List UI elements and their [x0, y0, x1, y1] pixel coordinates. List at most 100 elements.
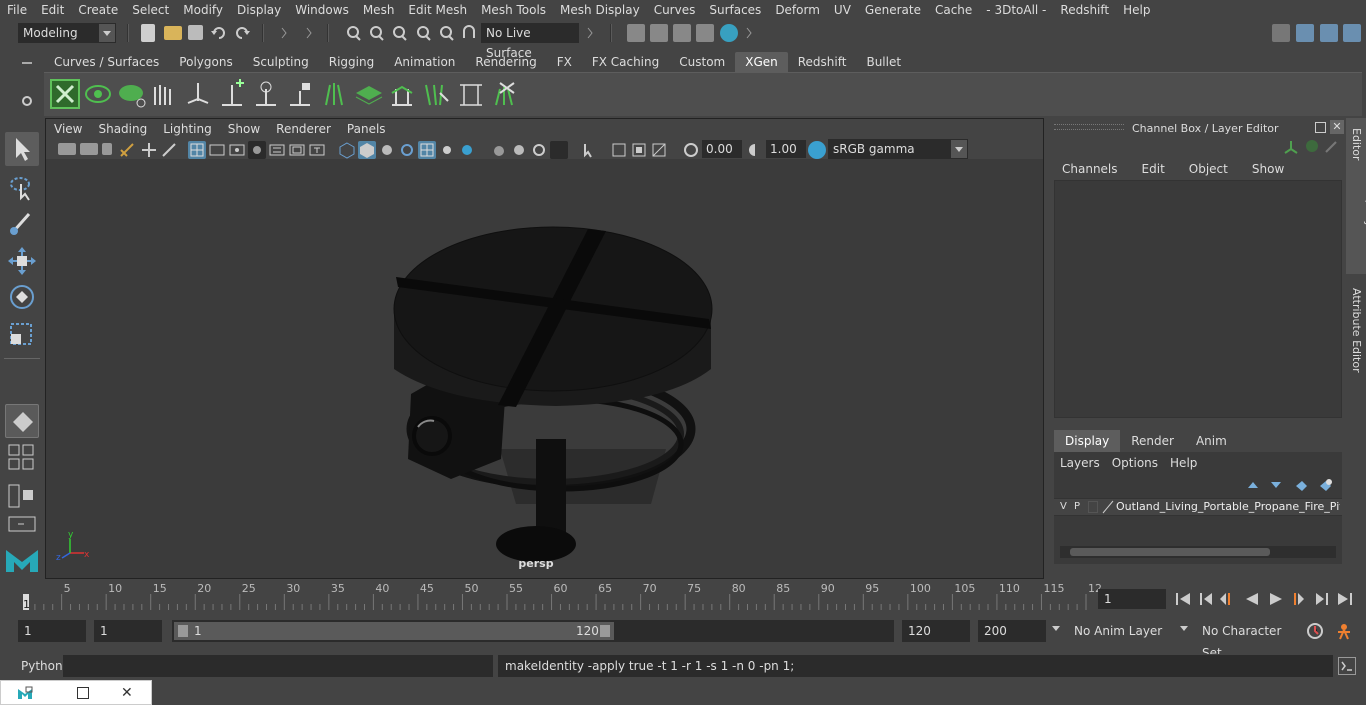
menu-item[interactable]: Create — [71, 0, 125, 20]
menu-item[interactable]: Display — [230, 0, 288, 20]
frame-all-icon[interactable] — [610, 141, 628, 159]
move-tool-icon[interactable] — [5, 244, 39, 278]
layer-menu-item[interactable]: Help — [1164, 456, 1203, 470]
textures-icon[interactable] — [438, 141, 456, 159]
close-icon[interactable]: ✕ — [121, 684, 137, 702]
select-tool-icon[interactable] — [5, 132, 39, 166]
tab-channel-box[interactable]: Channel Box / Layer Editor — [1346, 118, 1366, 274]
range-handle-right[interactable] — [600, 625, 610, 637]
layer-tab[interactable]: Render — [1120, 430, 1185, 452]
shelf-tab[interactable]: Rendering — [465, 52, 546, 72]
wireframe-icon[interactable] — [338, 141, 356, 159]
chevron-down-icon[interactable] — [1052, 626, 1062, 636]
menu-item[interactable]: Mesh Tools — [474, 0, 553, 20]
redo-icon[interactable] — [233, 24, 251, 42]
script-editor-icon[interactable] — [1338, 657, 1356, 675]
menu-item[interactable]: Help — [1116, 0, 1157, 20]
xgen-bend-guide-icon[interactable] — [388, 79, 418, 109]
depth-of-field-icon[interactable] — [650, 141, 668, 159]
shelf-tab[interactable]: Bullet — [856, 52, 911, 72]
scene-end-field[interactable]: 200 — [978, 620, 1046, 642]
menu-item[interactable]: Surfaces — [702, 0, 768, 20]
xgen-groom-icon[interactable] — [149, 79, 179, 109]
menu-item[interactable]: Modify — [176, 0, 230, 20]
xgen-density-icon[interactable] — [354, 79, 384, 109]
ipr-render-icon[interactable] — [650, 24, 668, 42]
shelf-menu-icon[interactable] — [18, 54, 36, 72]
image-plane-icon[interactable] — [118, 141, 136, 159]
anim-layer-dropdown[interactable]: No Anim Layer — [1068, 620, 1168, 642]
anim-prefs-icon[interactable] — [1334, 622, 1356, 640]
snap-view-icon[interactable] — [414, 24, 432, 42]
layer-visible-toggle[interactable]: V — [1060, 501, 1067, 512]
collapse-icon[interactable] — [280, 24, 288, 42]
soft-select-icon[interactable] — [5, 404, 39, 438]
range-handle-left[interactable] — [178, 625, 188, 637]
camera-attrs-icon[interactable] — [80, 143, 98, 155]
layer-menu-item[interactable]: Layers — [1054, 456, 1106, 470]
color-space-dropdown[interactable]: sRGB gamma — [828, 139, 968, 159]
menu-item[interactable]: Edit — [34, 0, 71, 20]
script-language-toggle[interactable]: Python — [14, 656, 63, 676]
xray-joints-icon[interactable] — [510, 141, 528, 159]
layout-single-icon[interactable] — [8, 444, 36, 472]
smooth-shade-icon[interactable] — [358, 141, 376, 159]
xgen-preview-icon[interactable] — [84, 79, 114, 109]
close-icon[interactable]: ✕ — [1330, 120, 1344, 134]
ambient-occlusion-icon[interactable] — [458, 141, 476, 159]
xgen-cut-guide-icon[interactable] — [490, 79, 520, 109]
playback-end-field[interactable]: 120 — [902, 620, 970, 642]
collapse-icon[interactable] — [586, 24, 594, 42]
shelf-tab[interactable]: Rigging — [319, 52, 384, 72]
scale-tool-icon[interactable] — [5, 318, 39, 352]
range-slider[interactable]: 1 120 — [172, 620, 894, 642]
hyper-icon[interactable] — [1324, 140, 1338, 154]
move-layer-up-icon[interactable] — [1246, 478, 1260, 492]
chevron-down-icon[interactable] — [1180, 626, 1190, 636]
workspace-icon[interactable] — [1272, 24, 1290, 42]
xgen-select-guide-icon[interactable] — [422, 79, 452, 109]
menu-item[interactable]: Deform — [768, 0, 827, 20]
channel-box-menu-item[interactable]: Object — [1177, 162, 1240, 176]
layer-tab[interactable]: Anim — [1185, 430, 1238, 452]
shelf-tab[interactable]: FX Caching — [582, 52, 669, 72]
shadows-icon[interactable] — [398, 141, 416, 159]
exposure-icon[interactable] — [682, 141, 700, 159]
channel-list[interactable] — [1054, 180, 1342, 418]
shelf-settings-icon[interactable] — [18, 92, 36, 110]
hypershade-icon[interactable] — [720, 24, 738, 42]
gate-mask-icon[interactable] — [248, 141, 266, 159]
snap-point-icon[interactable] — [390, 24, 408, 42]
shelf-tab[interactable]: FX — [547, 52, 582, 72]
scene-start-field[interactable]: 1 — [18, 620, 86, 642]
snap-surface-icon[interactable] — [437, 24, 455, 42]
channel-box-toggle-icon[interactable] — [1343, 24, 1361, 42]
shelf-tab[interactable]: Animation — [384, 52, 465, 72]
undo-icon[interactable] — [210, 24, 228, 42]
menu-item[interactable]: - 3DtoAll - — [979, 0, 1053, 20]
auto-key-icon[interactable] — [1306, 622, 1324, 640]
xgen-editor-icon[interactable] — [50, 79, 80, 109]
menu-item[interactable]: Redshift — [1053, 0, 1116, 20]
command-input[interactable] — [63, 655, 493, 677]
maximize-icon[interactable] — [77, 687, 89, 699]
grid-icon[interactable] — [188, 141, 206, 159]
menu-item[interactable]: Cache — [928, 0, 979, 20]
backface-icon[interactable] — [550, 141, 568, 159]
camera-icon[interactable] — [58, 143, 76, 155]
maya-window-icon[interactable] — [17, 685, 33, 701]
paint-select-icon[interactable] — [5, 206, 39, 240]
collapse-icon[interactable] — [745, 24, 753, 42]
rotate-tool-icon[interactable] — [5, 280, 39, 314]
drag-handle[interactable] — [1054, 124, 1124, 130]
lighting-icon[interactable] — [378, 141, 396, 159]
magnet-icon[interactable] — [460, 24, 478, 42]
menu-item[interactable]: Windows — [288, 0, 356, 20]
viewport-menu-item[interactable]: Lighting — [155, 122, 220, 136]
menu-item[interactable]: Edit Mesh — [401, 0, 474, 20]
grease-pencil-icon[interactable] — [160, 141, 178, 159]
frame-selection-icon[interactable] — [630, 141, 648, 159]
viewport-menu-item[interactable]: Panels — [339, 122, 394, 136]
channel-box-menu-item[interactable]: Show — [1240, 162, 1296, 176]
menu-item[interactable]: Curves — [647, 0, 703, 20]
